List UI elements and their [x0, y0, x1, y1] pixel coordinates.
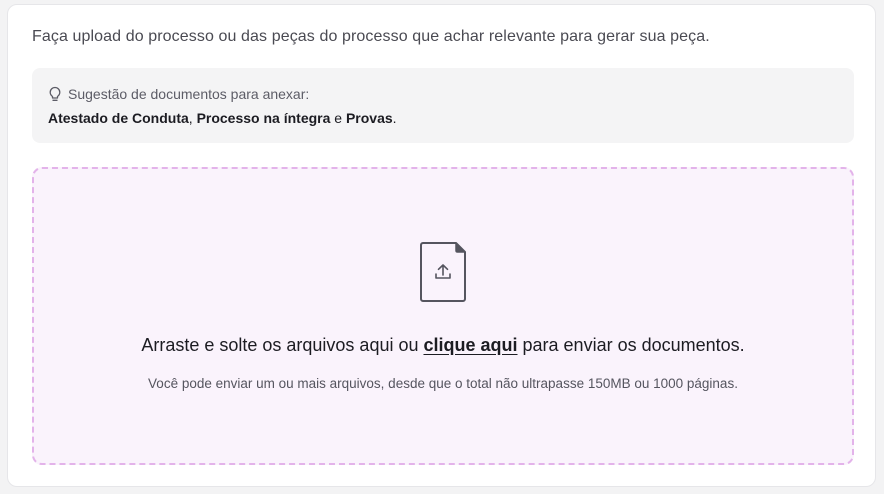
dropzone-text-before: Arraste e solte os arquivos aqui ou — [141, 335, 424, 355]
suggested-doc-2: Processo na íntegra — [196, 110, 331, 126]
instruction-text: Faça upload do processo ou das peças do … — [32, 28, 710, 45]
suggestion-header: Sugestão de documentos para anexar: — [48, 86, 309, 102]
suggested-documents: Atestado de Conduta, Processo na íntegra… — [48, 110, 397, 126]
suggestion-box: Sugestão de documentos para anexar: Ates… — [32, 68, 854, 143]
upload-card: Faça upload do processo ou das peças do … — [7, 4, 876, 487]
file-dropzone[interactable]: Arraste e solte os arquivos aqui ou cliq… — [32, 167, 854, 465]
dropzone-instruction: Arraste e solte os arquivos aqui ou cliq… — [34, 335, 852, 356]
suggested-doc-1: Atestado de Conduta — [48, 110, 189, 126]
file-upload-icon — [419, 241, 469, 303]
separator-end: . — [392, 110, 397, 126]
dropzone-text-after: para enviar os documentos. — [517, 335, 745, 355]
suggestion-title: Sugestão de documentos para anexar: — [68, 86, 310, 102]
separator-comma: , — [188, 110, 197, 126]
lightbulb-icon — [48, 86, 62, 102]
separator-and: e — [330, 110, 346, 126]
dropzone-limits-text: Você pode enviar um ou mais arquivos, de… — [148, 376, 738, 391]
suggested-doc-3: Provas — [345, 110, 393, 126]
click-here-link[interactable]: clique aqui — [423, 335, 517, 355]
